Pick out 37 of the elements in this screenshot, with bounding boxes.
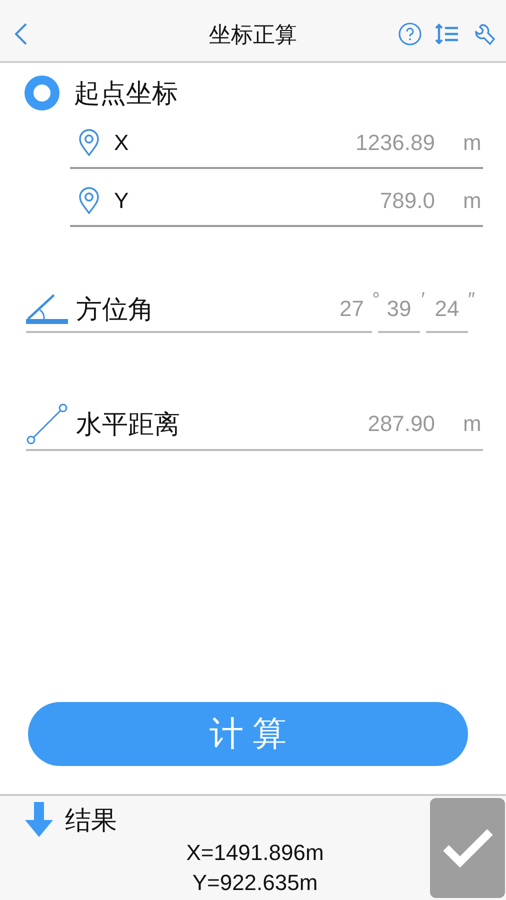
- field-label: 方位角: [76, 292, 155, 326]
- azimuth-field[interactable]: 方位角 27: [26, 287, 372, 333]
- field-label: X: [114, 130, 130, 156]
- field-value: 39: [386, 296, 412, 322]
- wrench-icon[interactable]: [472, 22, 496, 46]
- sort-list-icon[interactable]: [435, 22, 459, 44]
- unit-label: m: [463, 411, 482, 437]
- field-value: 287.90: [368, 411, 435, 437]
- location-pin-icon: [78, 187, 100, 215]
- checkmark-icon: [442, 828, 494, 868]
- field-value: 789.0: [380, 188, 435, 214]
- field-label: 水平距离: [76, 408, 181, 440]
- confirm-button[interactable]: [430, 798, 505, 898]
- result-value: Y=922.635m: [191, 869, 319, 897]
- field-value: 1236.89: [355, 130, 435, 156]
- down-arrow-icon: [23, 802, 55, 838]
- field-label: Y: [114, 188, 130, 214]
- back-icon[interactable]: [14, 22, 28, 46]
- coordinate-field[interactable]: Y 789.0 m: [70, 177, 483, 227]
- field-value: 24: [434, 296, 460, 322]
- page-title: 坐标正算: [208, 21, 298, 49]
- coordinate-field[interactable]: X 1236.89 m: [70, 119, 483, 169]
- result-title: 结果: [65, 804, 117, 836]
- field-value: 27: [340, 296, 364, 322]
- distance-field[interactable]: 水平距离 287.90 m: [26, 399, 483, 451]
- section-title: 起点坐标: [74, 76, 178, 110]
- location-pin-icon: [78, 129, 100, 157]
- unit-label: ″: [468, 289, 474, 312]
- line-segment-icon: [26, 403, 68, 445]
- unit-label: m: [463, 188, 482, 214]
- radio-ring-icon: [24, 75, 60, 111]
- angle-icon: [26, 293, 68, 325]
- unit-label: m: [463, 130, 482, 156]
- help-icon[interactable]: [398, 22, 422, 46]
- unit-label: °: [372, 289, 378, 312]
- unit-label: ′: [420, 289, 426, 312]
- result-value: X=1491.896m: [185, 839, 325, 867]
